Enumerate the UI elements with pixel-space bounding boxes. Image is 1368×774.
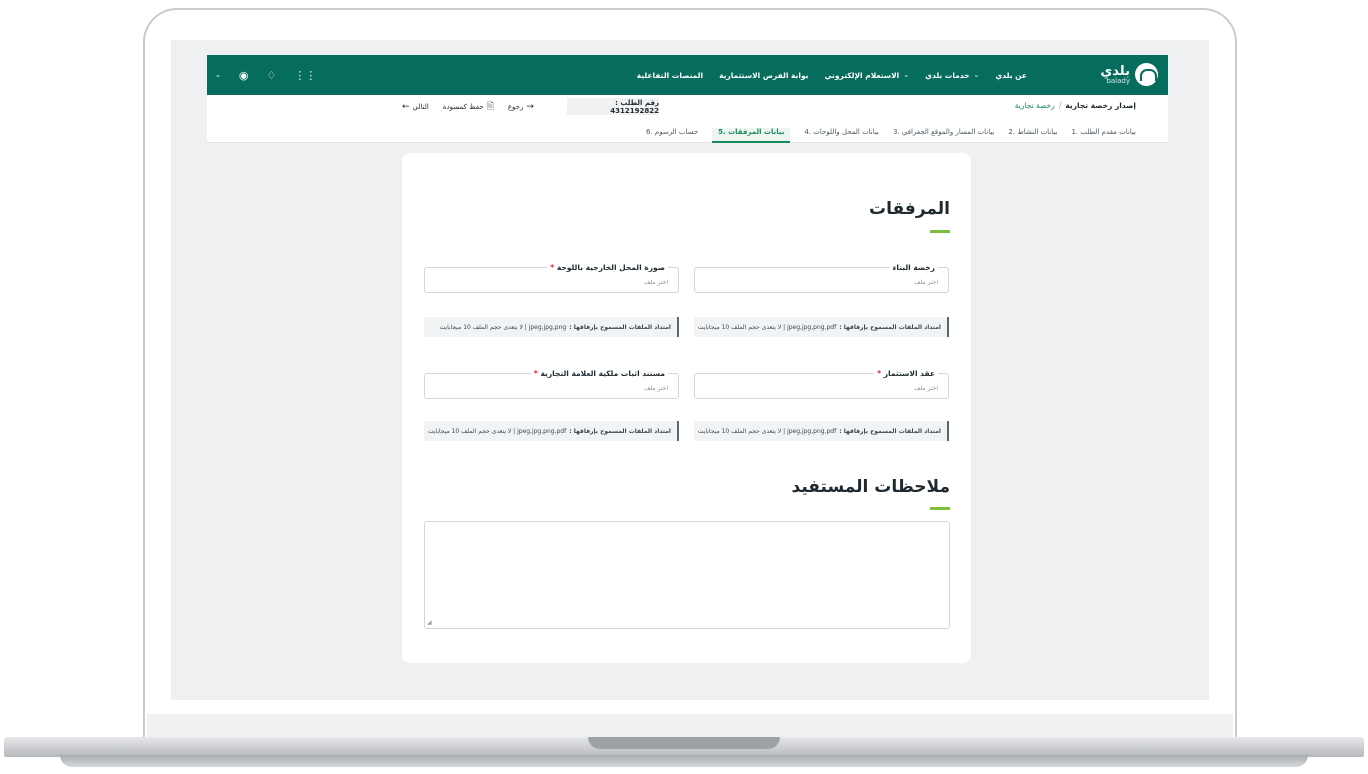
field-label: صورة المحل الخارجية باللوحة [556,263,665,272]
main-nav: عن بلدي خدمات بلدي ⌄ الاستعلام الإلكتروني… [507,55,1027,95]
file-hint: امتداد الملفات المسموح بإرفاقها : jpeg,jp… [694,317,949,337]
nav-investment[interactable]: بوابة الفرص الاستثمارية [719,71,808,80]
laptop-bezel [147,714,1233,738]
hint-label: امتداد الملفات المسموح بإرفاقها : [839,323,941,331]
nav-services[interactable]: خدمات بلدي ⌄ [925,71,979,80]
notes-title: ملاحظات المستفيد [791,477,950,497]
palm-logo-icon [1135,63,1158,86]
nav-about[interactable]: عن بلدي [995,71,1027,80]
step-tabs: 1. بيانات مقدم الطلب 2. بيانات النشاط 3.… [646,128,1136,143]
chevron-down-icon: ⌄ [973,71,980,79]
hint-label: امتداد الملفات المسموح بإرفاقها : [569,427,671,435]
step-applicant[interactable]: 1. بيانات مقدم الطلب [1071,128,1136,143]
field-label: عقد الاستثمار [883,369,935,378]
required-mark: * [550,263,555,272]
breadcrumb-separator: / [1058,101,1062,110]
step-shop[interactable]: 4. بيانات المحل واللوحات [804,128,879,143]
file-placeholder: اختر ملف [914,279,938,286]
laptop-base-lip [60,755,1308,767]
service-header: إصدار رخصة تجارية / رخصة تجارية رقم الطل… [207,95,1168,143]
shop-photo-upload[interactable]: صورة المحل الخارجية باللوحة * اختر ملف [424,263,679,293]
investment-contract-upload[interactable]: عقد الاستثمار * اختر ملف [694,369,949,399]
title-underline [930,230,950,233]
request-number: رقم الطلب : 4312192822 [567,98,659,115]
top-navbar: بلدي balady عن بلدي خدمات بلدي ⌄ الاستعلا… [207,55,1168,95]
hint-text: jpeg,jpg,png,pdf | لا يتعدى حجم الملف 10… [697,427,837,435]
step-attachments[interactable]: 5. بيانات المرفقات [712,128,791,143]
beneficiary-notes-textarea[interactable]: ◢ [424,521,950,629]
title-underline [930,507,950,510]
hint-label: امتداد الملفات المسموح بإرفاقها : [839,427,941,435]
breadcrumb-current[interactable]: رخصة تجارية [1015,101,1055,110]
file-hint: امتداد الملفات المسموح بإرفاقها : jpeg,jp… [424,317,679,337]
step-fees[interactable]: 6. حساب الرسوم [646,128,698,143]
breadcrumb: إصدار رخصة تجارية / رخصة تجارية [1015,101,1136,110]
nav-inquiry[interactable]: الاستعلام الإلكتروني ⌄ [824,71,909,80]
back-button[interactable]: رجوع → [508,102,534,112]
hint-label: امتداد الملفات المسموح بإرفاقها : [569,323,671,331]
field-label: رخصة البناء [892,263,935,272]
chevron-down-icon: ⌄ [903,71,910,79]
step-location[interactable]: 3. بيانات المسار والموقع الجغرافي [893,128,994,143]
bell-icon[interactable]: ♢ [266,69,276,82]
building-license-upload[interactable]: رخصة البناء اختر ملف [694,263,949,293]
trademark-doc-upload[interactable]: مستند اثبات ملكية العلامة التجارية * اخت… [424,369,679,399]
required-mark: * [877,369,882,378]
hint-text: jpeg,jpg,png,pdf | لا يتعدى حجم الملف 10… [427,427,567,435]
file-placeholder: اختر ملف [644,279,668,286]
laptop-notch [588,737,780,749]
breadcrumb-service: إصدار رخصة تجارية [1065,101,1136,110]
chevron-down-icon[interactable]: ⌄ [215,71,221,79]
resize-handle-icon[interactable]: ◢ [427,619,432,626]
arrow-left-icon: ← [402,102,410,112]
balady-logo[interactable]: بلدي balady [1100,63,1158,86]
attachments-card: المرفقات رخصة البناء اختر ملف صورة المحل… [402,153,971,663]
step-activity[interactable]: 2. بيانات النشاط [1008,128,1057,143]
logo-arabic: بلدي [1100,63,1130,79]
attachments-title: المرفقات [868,199,950,219]
file-hint: امتداد الملفات المسموح بإرفاقها : jpeg,jp… [694,421,949,441]
form-actions: ← التالي حفظ كمسودة 🗎 رجوع → [402,99,534,115]
file-placeholder: اختر ملف [644,385,668,392]
field-label: مستند اثبات ملكية العلامة التجارية [540,369,665,378]
file-placeholder: اختر ملف [914,385,938,392]
app-screen: بلدي balady عن بلدي خدمات بلدي ⌄ الاستعلا… [171,40,1209,700]
file-hint: امتداد الملفات المسموح بإرفاقها : jpeg,jp… [424,421,679,441]
required-mark: * [533,369,538,378]
next-button[interactable]: ← التالي [402,102,429,112]
grid-icon[interactable]: ⋮⋮ [294,69,316,82]
topbar-icons: ⌄ ◉ ♢ ⋮⋮ [215,55,316,95]
user-icon[interactable]: ◉ [239,69,249,82]
hint-text: jpeg,jpg,png,pdf | لا يتعدى حجم الملف 10… [697,323,837,331]
hint-text: jpeg,jpg,png | لا يتعدى حجم الملف 10 ميج… [439,323,567,331]
arrow-right-icon: → [526,102,534,112]
save-draft-button[interactable]: حفظ كمسودة 🗎 [443,99,494,115]
nav-platforms[interactable]: المنصات التفاعلية [637,71,703,80]
logo-english: balady [1106,76,1130,85]
document-icon: 🗎 [486,102,494,112]
